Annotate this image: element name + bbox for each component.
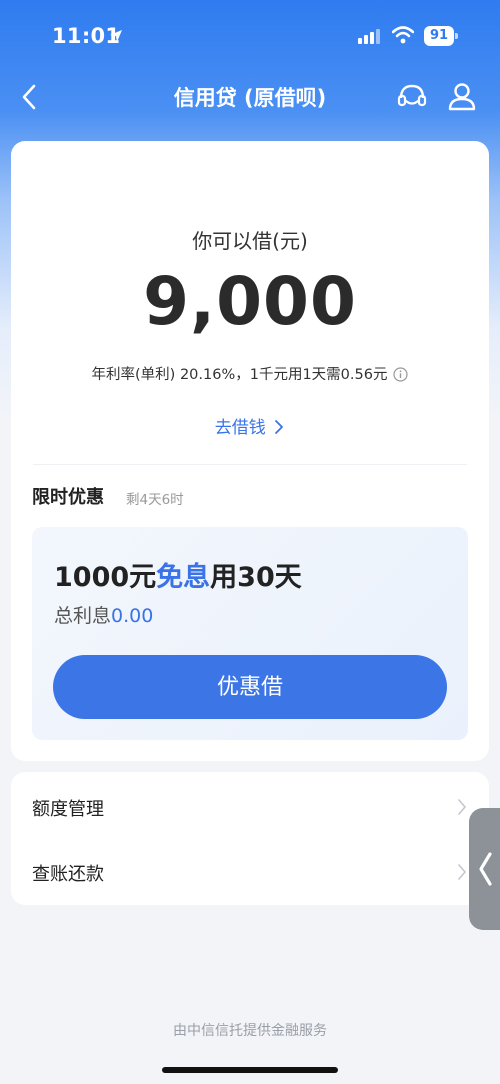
wifi-icon <box>391 26 415 48</box>
home-indicator[interactable] <box>162 1067 338 1073</box>
menu-card: 额度管理 查账还款 <box>11 772 489 905</box>
interest-rate-info: 年利率(单利) 20.16%，1千元用1天需0.56元 <box>11 363 489 386</box>
available-amount: 9,000 <box>143 263 357 340</box>
promo-borrow-button[interactable]: 优惠借 <box>53 655 447 719</box>
promo-time-remaining: 剩4天6时 <box>126 492 184 508</box>
chevron-right-icon <box>457 863 467 885</box>
borrow-limit-label: 你可以借(元) <box>192 229 308 253</box>
user-profile-icon[interactable] <box>446 80 478 112</box>
go-borrow-label: 去借钱 <box>214 418 266 438</box>
status-bar: 11:01 91 <box>0 0 500 72</box>
go-borrow-link[interactable]: 去借钱 <box>11 413 489 438</box>
divider <box>33 464 467 465</box>
cellular-signal-icon <box>358 28 382 48</box>
customer-service-icon[interactable] <box>396 81 428 113</box>
footer-provider-text: 由中信信托提供金融服务 <box>173 1023 327 1039</box>
credit-limit-card: 你可以借(元) 9,000 年利率(单利) 20.16%，1千元用1天需0.56… <box>11 141 489 761</box>
floating-side-tab[interactable] <box>469 808 500 930</box>
menu-item-bills-repayment[interactable]: 查账还款 <box>11 839 489 905</box>
menu-item-label: 查账还款 <box>32 864 104 885</box>
chevron-left-icon <box>479 852 492 886</box>
battery-level: 91 <box>424 26 454 46</box>
info-icon[interactable] <box>393 367 409 386</box>
promo-section-title: 限时优惠 <box>32 487 104 508</box>
total-interest: 总利息0.00 <box>54 605 154 627</box>
promo-offer-box: 1000元免息用30天 总利息0.00 优惠借 <box>32 527 468 740</box>
menu-item-label: 额度管理 <box>32 799 104 820</box>
chevron-right-icon <box>275 420 284 434</box>
chevron-right-icon <box>457 798 467 820</box>
battery-icon: 91 <box>424 26 458 46</box>
promo-headline: 1000元免息用30天 <box>54 562 302 593</box>
interest-rate-text: 年利率(单利) 20.16%，1千元用1天需0.56元 <box>91 367 388 383</box>
nav-bar: 信用贷 (原借呗) <box>0 72 500 122</box>
menu-item-limit-management[interactable]: 额度管理 <box>11 774 489 840</box>
location-arrow-icon <box>109 28 123 47</box>
